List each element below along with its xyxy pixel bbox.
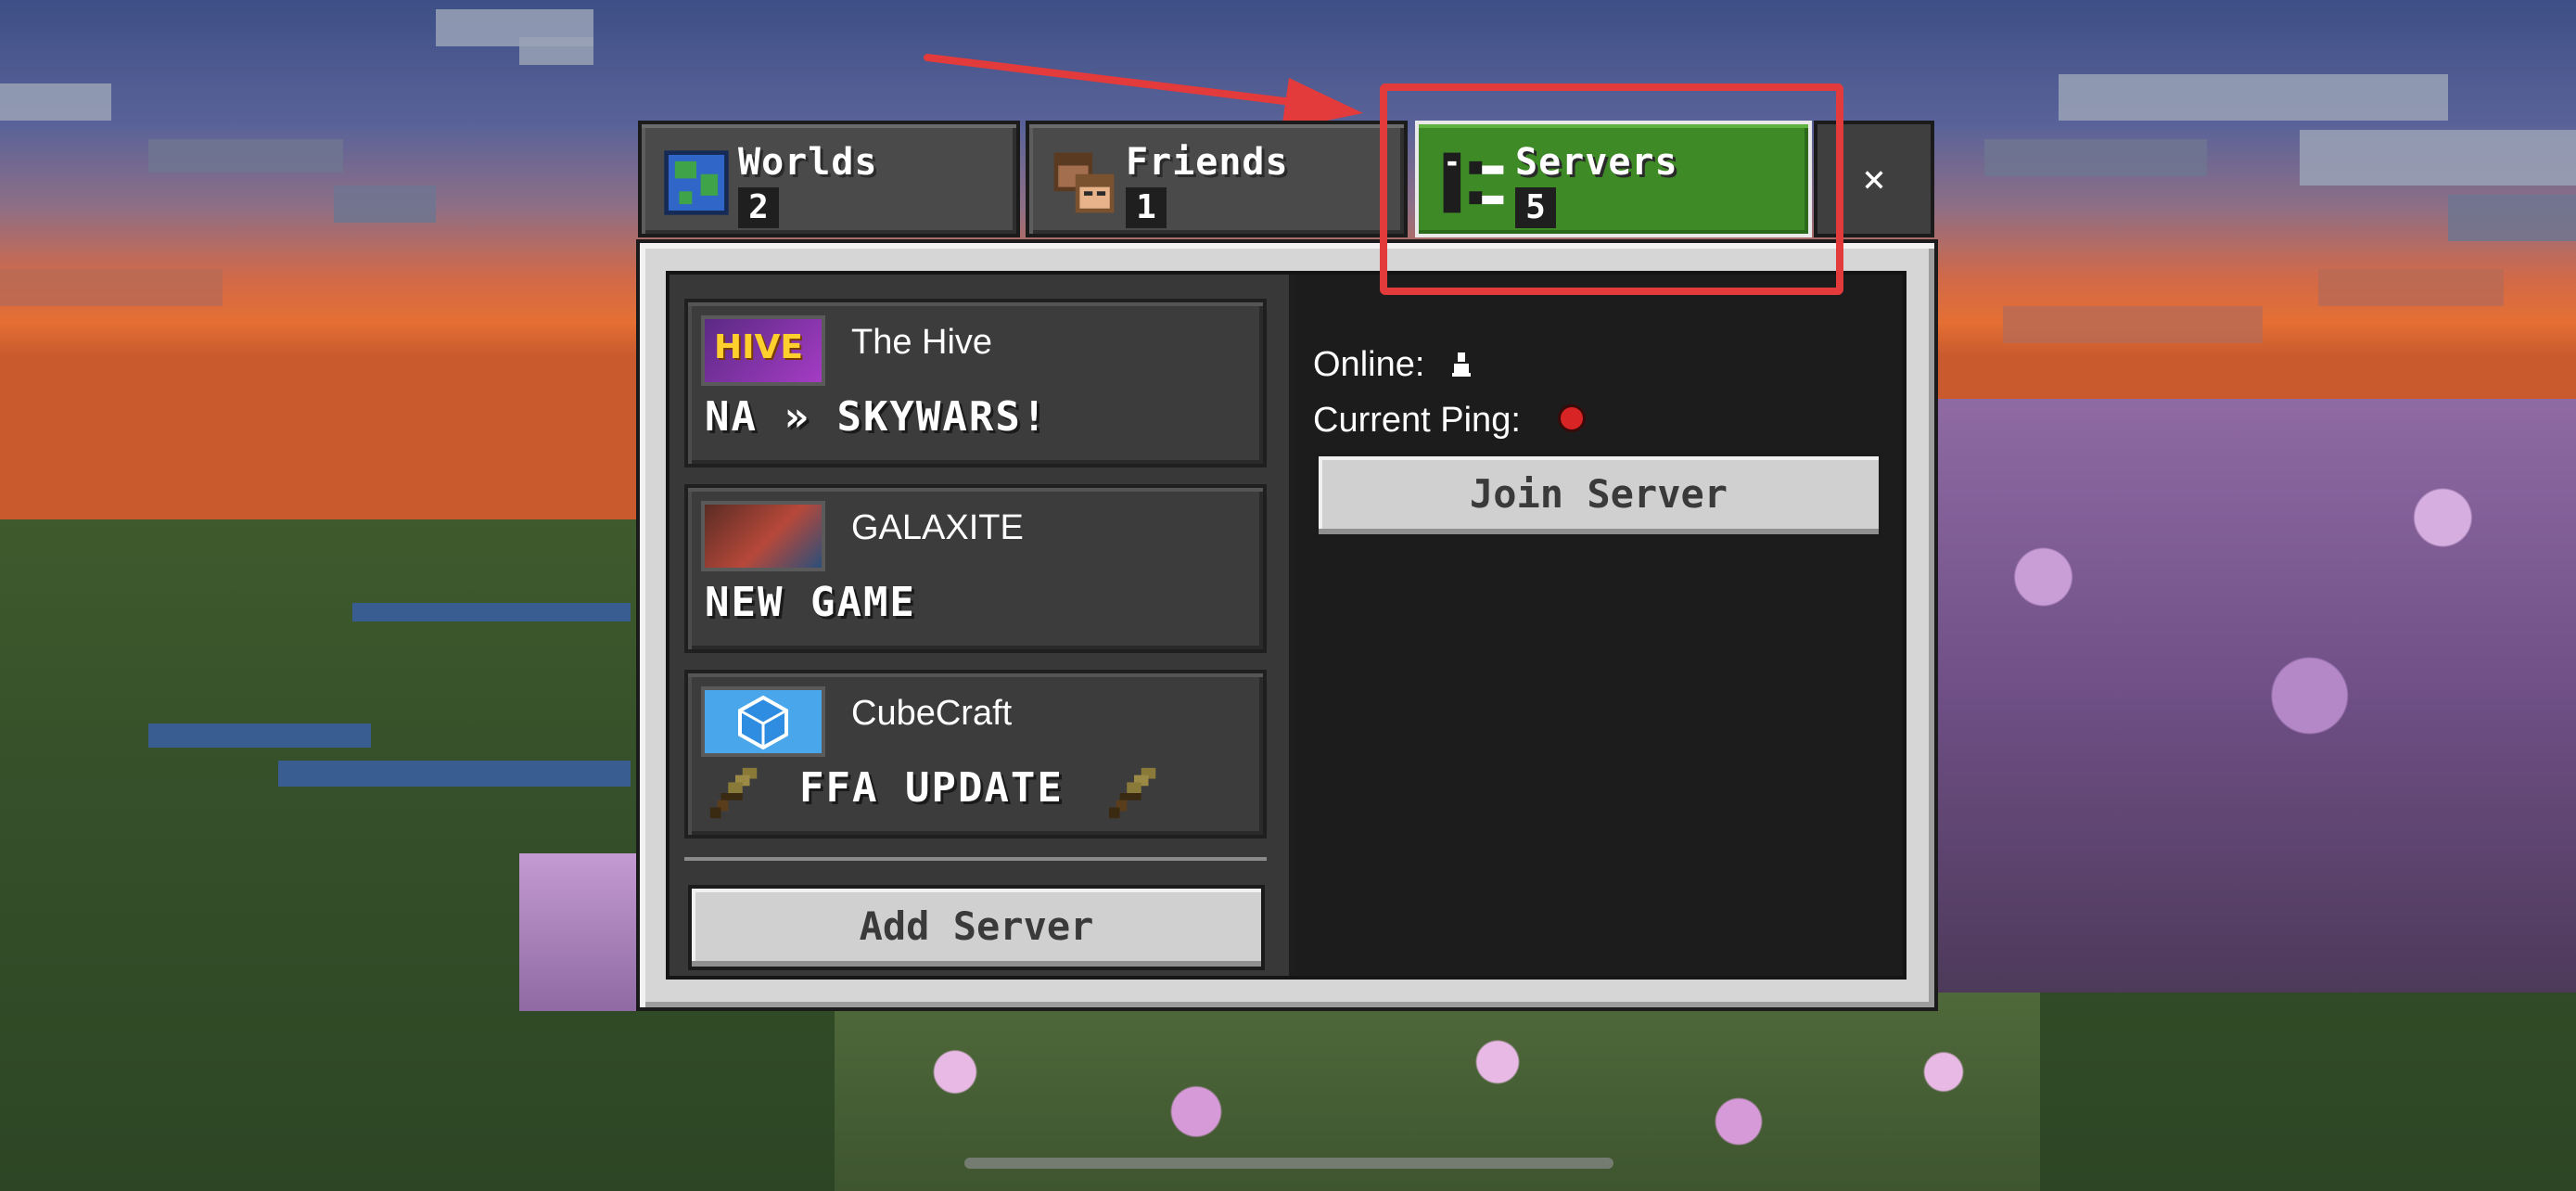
tab-friends[interactable]: Friends 1 <box>1026 121 1408 237</box>
ping-status-icon <box>1558 404 1586 432</box>
sword-icon <box>709 767 758 819</box>
server-motd: NEW GAME <box>705 579 916 626</box>
cloud <box>2300 130 2576 186</box>
river <box>352 603 631 621</box>
cloud <box>2059 74 2448 121</box>
cloud <box>0 83 111 121</box>
cloud <box>1984 139 2207 176</box>
tab-worlds[interactable]: Worlds 2 <box>638 121 1020 237</box>
river <box>278 761 631 787</box>
annotation-arrow-icon <box>924 54 1363 121</box>
cloud <box>334 186 436 223</box>
online-label: Online: <box>1313 345 1425 384</box>
hive-logo: HIVE <box>714 328 803 366</box>
server-thumbnail: HIVE <box>701 315 825 386</box>
cube-logo-icon <box>738 695 788 750</box>
server-card-galaxite[interactable]: GALAXITE NEW GAME <box>684 484 1267 653</box>
current-ping-label: Current Ping: <box>1313 401 1521 440</box>
cloud <box>2003 306 2263 343</box>
tab-label: Friends <box>1126 141 1289 184</box>
cloud <box>148 139 343 173</box>
server-card-cubecraft[interactable]: CubeCraft FFA UPDATE <box>684 670 1267 839</box>
cloud <box>2448 195 2576 241</box>
home-indicator[interactable] <box>964 1158 1613 1169</box>
cloud <box>0 269 223 306</box>
annotation-highlight-box <box>1380 83 1843 295</box>
server-name: CubeCraft <box>851 694 1013 733</box>
column-divider <box>1289 275 1296 976</box>
player-count-icon <box>1452 352 1471 377</box>
cherry-blossom-trees <box>1910 399 2576 992</box>
tab-label: Worlds <box>738 141 878 184</box>
sword-icon <box>1108 767 1156 819</box>
server-name: GALAXITE <box>851 508 1024 547</box>
globe-icon <box>664 150 729 215</box>
cloud <box>2318 269 2504 306</box>
join-server-button[interactable]: Join Server <box>1315 453 1882 538</box>
tab-count-badge: 2 <box>738 187 779 228</box>
tab-count-badge: 1 <box>1126 187 1167 228</box>
server-name: The Hive <box>851 323 993 362</box>
server-thumbnail <box>701 686 825 757</box>
server-thumbnail <box>701 501 825 571</box>
server-card-the-hive[interactable]: HIVE The Hive NA » SKYWARS! <box>684 299 1267 467</box>
server-motd: FFA UPDATE <box>799 764 1064 812</box>
river <box>148 724 371 748</box>
add-server-button[interactable]: Add Server <box>688 885 1265 970</box>
players-icon <box>1053 152 1115 213</box>
cloud <box>519 37 593 65</box>
list-separator <box>684 857 1267 861</box>
server-motd: NA » SKYWARS! <box>705 393 1049 441</box>
